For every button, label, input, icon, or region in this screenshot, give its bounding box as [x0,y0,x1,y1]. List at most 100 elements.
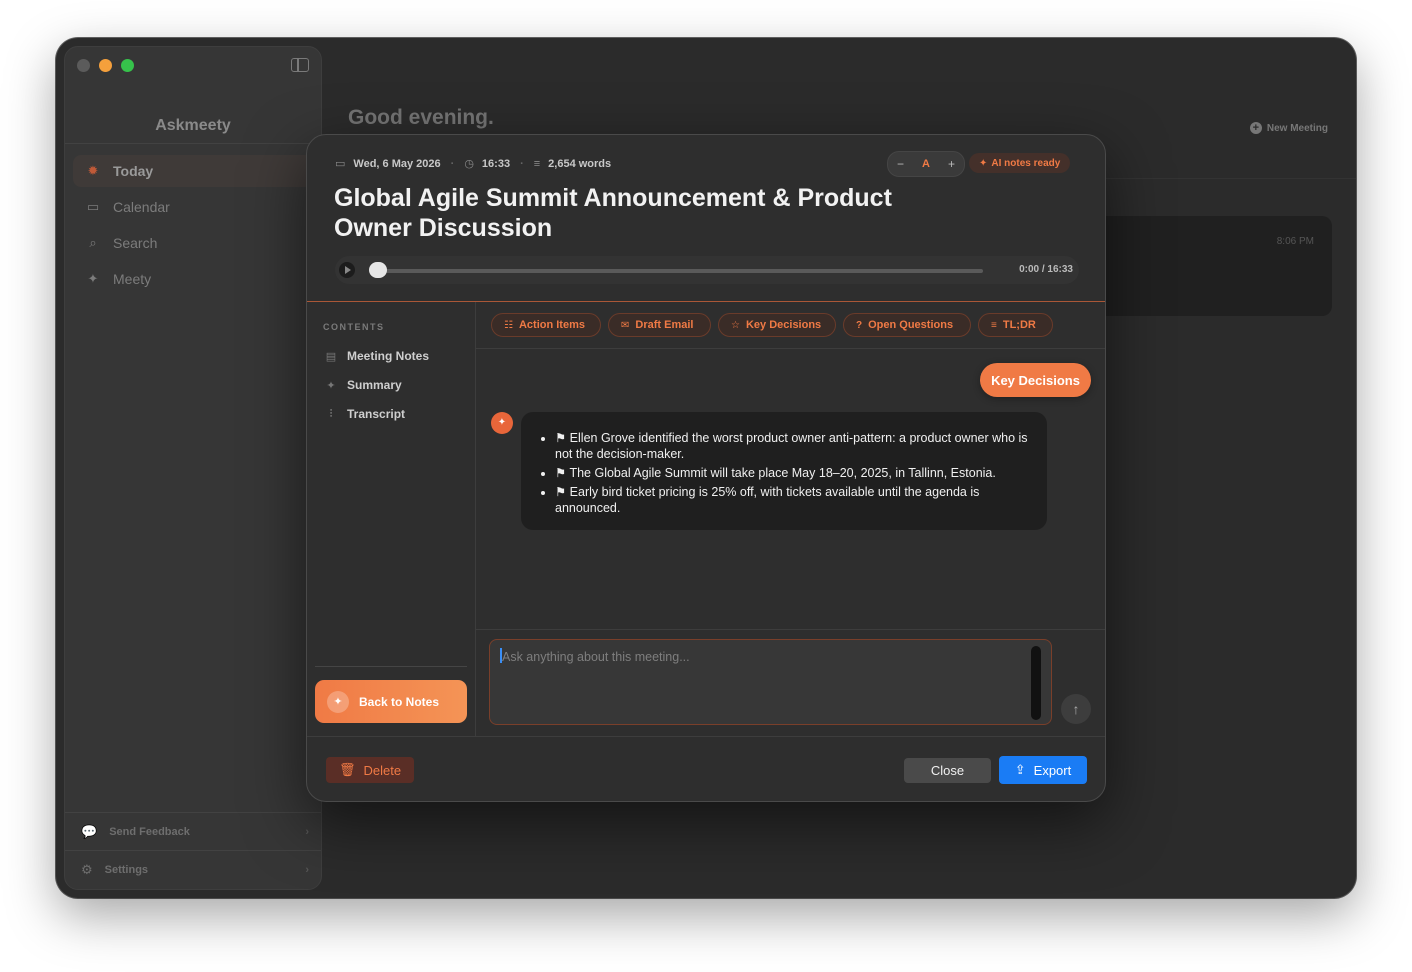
arrow-up-icon: ↑ [1072,701,1080,717]
ai-status-label: AI notes ready [991,157,1061,169]
toc-label: Summary [347,378,402,392]
close-label: Close [930,763,965,778]
ai-status-badge: ✦ AI notes ready [969,153,1071,173]
contents-panel: CONTENTS ▤ Meeting Notes ✦ Summary ⫶ Tra… [307,302,476,736]
close-window-button[interactable] [77,59,90,72]
input-divider [476,629,1105,630]
settings-button[interactable]: ⚙ Settings › [81,862,309,878]
chip-label: TL;DR [1002,319,1036,331]
contents-divider [315,666,467,667]
sidebar-item-meety[interactable]: ✦ Meety [73,263,313,295]
sidebar-item-label: Today [113,163,154,179]
sidebar-footer-divider [65,812,321,813]
input-scrollbar[interactable] [1031,646,1041,720]
meeting-date: Wed, 6 May 2026 [353,157,441,170]
chip-label: Action Items [518,319,585,331]
quick-prompt-bar: ☷ Action Items ✉ Draft Email ☆ Key Decis… [476,302,1105,349]
toc-item-meeting-notes[interactable]: ▤ Meeting Notes [325,349,429,363]
playback-thumb[interactable] [369,262,387,278]
delete-button[interactable]: 🗑 Delete [326,757,414,783]
chevron-right-icon: › [305,826,309,838]
sidebar-footer-divider [65,850,321,851]
greeting-heading: Good evening. [348,106,494,129]
font-size-control: − A + [887,151,965,177]
question-circle-icon: ? [856,319,863,331]
playback-time: 0:00 / 16:33 [1019,264,1073,275]
minimize-window-button[interactable] [99,59,112,72]
clock-icon: ◷ [464,158,474,170]
app-name: Askmeety [155,117,231,134]
sparkle-icon: ✦ [87,271,99,286]
sidebar-item-search[interactable]: ⌕ Search [73,227,313,259]
window-controls [77,59,134,72]
ask-input-container [489,639,1052,725]
delete-label: Delete [363,762,402,778]
chat-bubbles-icon: 💬 [81,824,98,839]
footer-divider [307,736,1105,737]
star-icon: ☆ [731,319,740,331]
list-item: ⚑ Early bird ticket pricing is 25% off, … [555,484,1033,516]
settings-label: Settings [104,864,149,876]
play-icon[interactable] [339,262,355,278]
list-item: ⚑ Ellen Grove identified the worst produ… [555,430,1033,462]
increase-font-button[interactable]: + [948,157,955,171]
toc-item-summary[interactable]: ✦ Summary [325,378,402,392]
text-lines-icon: ≡ [533,157,541,170]
calendar-icon: ▭ [335,158,346,170]
separator-dot: · [450,157,455,170]
audio-player: 0:00 / 16:33 [335,256,1079,284]
sidebar-toggle-icon[interactable] [291,58,309,72]
send-button[interactable]: ↑ [1061,694,1091,724]
back-to-notes-button[interactable]: ✦ Back to Notes [315,680,467,723]
action-items-chip[interactable]: ☷ Action Items [491,313,601,337]
sidebar-item-label: Calendar [113,199,170,215]
font-size-label: A [922,158,930,170]
ask-input[interactable] [500,648,1024,712]
tldr-chip[interactable]: ≡ TL;DR [978,313,1053,337]
list-item: ⚑ The Global Agile Summit will take plac… [555,465,1033,481]
sidebar-item-calendar[interactable]: ▭ Calendar [73,191,313,223]
new-meeting-label: New Meeting [1266,122,1328,134]
lines-icon: ≡ [991,319,997,331]
share-icon: ⇪ [1014,762,1026,777]
ai-response-bubble: ⚑ Ellen Grove identified the worst produ… [521,412,1047,530]
chip-label: Open Questions [868,319,954,331]
user-message-bubble: Key Decisions [980,363,1091,397]
decrease-font-button[interactable]: − [897,157,904,171]
meeting-duration: 16:33 [481,157,511,170]
meeting-detail-modal: ▭ Wed, 6 May 2026 · ◷ 16:33 · ≡ 2,654 wo… [306,134,1106,802]
chip-label: Draft Email [635,319,694,331]
gear-icon: ⚙ [81,862,93,877]
document-icon: ▤ [325,350,337,363]
new-meeting-button[interactable]: + New Meeting [1249,122,1328,134]
sparkle-icon: ✦ [979,157,988,169]
open-questions-chip[interactable]: ? Open Questions [843,313,971,337]
chip-label: Key Decisions [745,319,822,331]
playback-track[interactable] [375,269,983,273]
sidebar: Askmeety ✹ Today ▭ Calendar ⌕ Search ✦ M… [64,46,322,890]
sparkle-icon: ✦ [326,379,336,392]
send-feedback-button[interactable]: 💬 Send Feedback › [81,824,309,840]
word-count: 2,654 words [548,157,612,170]
toc-item-transcript[interactable]: ⫶ Transcript [325,407,405,421]
key-decisions-chip[interactable]: ☆ Key Decisions [718,313,836,337]
meeting-title: Global Agile Summit Announcement & Produ… [334,184,892,242]
sidebar-item-label: Search [113,235,158,251]
send-feedback-label: Send Feedback [109,826,190,838]
ai-avatar-icon: ✦ [491,412,513,434]
zoom-window-button[interactable] [121,59,134,72]
sidebar-item-today[interactable]: ✹ Today [73,155,313,187]
sidebar-nav: ✹ Today ▭ Calendar ⌕ Search ✦ Meety [73,155,313,299]
sparkle-icon: ✦ [327,690,349,713]
draft-email-chip[interactable]: ✉ Draft Email [608,313,711,337]
chevron-right-icon: › [305,864,309,876]
trash-icon: 🗑 [338,762,356,777]
export-button[interactable]: ⇪ Export [999,756,1087,784]
separator-dot: · [520,157,524,170]
toc-label: Meeting Notes [347,349,430,363]
toc-label: Transcript [347,407,406,421]
calendar-icon: ▭ [86,199,100,214]
meeting-meta: ▭ Wed, 6 May 2026 · ◷ 16:33 · ≡ 2,654 wo… [335,157,612,171]
plus-circle-icon: + [1249,122,1262,134]
close-button[interactable]: Close [904,758,991,783]
